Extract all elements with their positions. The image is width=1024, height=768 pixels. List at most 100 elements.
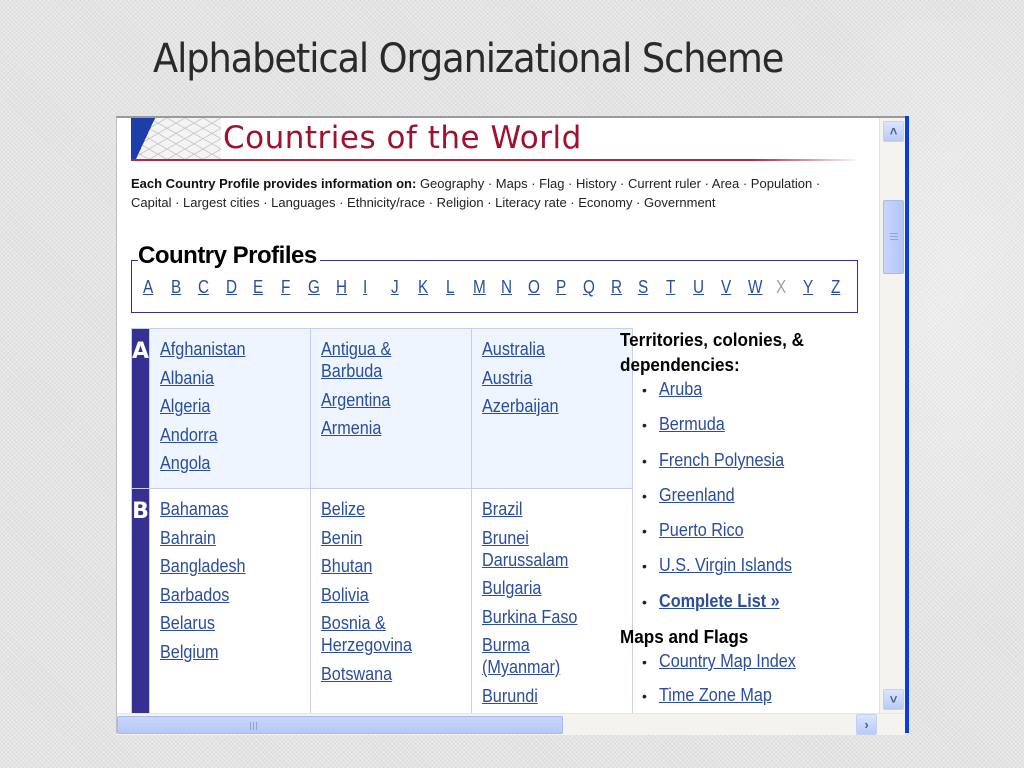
- country-link[interactable]: Belize: [321, 498, 447, 520]
- alphabet-link-d[interactable]: D: [226, 277, 240, 298]
- maps-flags-link[interactable]: Time Zone Map: [659, 684, 772, 706]
- scroll-up-button[interactable]: ˄: [883, 121, 904, 142]
- country-column: Belize Benin Bhutan Bolivia Bosnia & Herzego…: [310, 488, 473, 713]
- territory-link[interactable]: Bermuda: [659, 413, 725, 435]
- country-grid: A Afghanistan Albania Algeria Andorra Angola A…: [130, 328, 634, 713]
- country-link[interactable]: Bahamas: [160, 498, 286, 520]
- alphabet-link-u[interactable]: U: [693, 277, 707, 298]
- alphabet-link-x: X: [775, 277, 786, 297]
- alphabet-link-f[interactable]: F: [281, 277, 295, 298]
- scroll-down-button[interactable]: ˅: [883, 689, 904, 710]
- country-column: Brazil Brunei Darussalam Bulgaria Burkina F…: [471, 488, 634, 713]
- alphabet-link-l[interactable]: L: [446, 277, 460, 298]
- horizontal-scrollbar[interactable]: ›: [117, 713, 906, 735]
- territory-link[interactable]: Aruba: [659, 378, 702, 400]
- scroll-right-button[interactable]: ›: [856, 714, 877, 735]
- alphabet-link-c[interactable]: C: [198, 277, 212, 298]
- alphabet-link-o[interactable]: O: [528, 277, 542, 298]
- grip-line: [250, 722, 251, 730]
- country-link[interactable]: Angola: [160, 452, 286, 474]
- country-link[interactable]: Bahrain: [160, 527, 286, 549]
- list-item: • Complete List »: [642, 590, 870, 613]
- alphabet-link-y[interactable]: Y: [803, 277, 817, 298]
- slide-title: Alphabetical Organizational Scheme: [153, 36, 784, 82]
- territory-link[interactable]: Greenland: [659, 484, 735, 506]
- vertical-scrollbar[interactable]: ˄ ˅: [879, 118, 906, 713]
- section-letter: B: [130, 488, 151, 713]
- country-link[interactable]: Armenia: [321, 417, 447, 439]
- alphabet-link-s[interactable]: S: [638, 277, 652, 298]
- country-link[interactable]: Brunei Darussalam: [482, 527, 608, 571]
- list-item: • Bermuda: [642, 413, 870, 436]
- country-column: Antigua & Barbuda Argentina Armenia: [310, 328, 473, 489]
- country-link[interactable]: Azerbaijan: [482, 395, 608, 417]
- grip-line: [256, 722, 257, 730]
- country-link[interactable]: Belarus: [160, 612, 286, 634]
- bullet-icon: •: [642, 382, 647, 398]
- grip-line: [890, 233, 898, 234]
- country-link[interactable]: Bangladesh: [160, 555, 286, 577]
- complete-list-link[interactable]: Complete List »: [659, 590, 780, 612]
- country-link[interactable]: Argentina: [321, 389, 447, 411]
- alphabet-link-a[interactable]: A: [143, 277, 157, 298]
- alphabet-link-n[interactable]: N: [501, 277, 515, 298]
- page-banner: Countries of the World: [131, 118, 861, 162]
- bullet-icon: •: [642, 452, 647, 469]
- country-link[interactable]: Bosnia & Herzegovina: [321, 612, 447, 656]
- alphabet-link-j[interactable]: J: [391, 277, 405, 298]
- alphabet-link-v[interactable]: V: [721, 277, 735, 298]
- page-content: Countries of the World Each Country Prof…: [117, 118, 879, 713]
- list-item: • Aruba: [642, 378, 870, 401]
- territory-link[interactable]: Puerto Rico: [659, 519, 744, 541]
- country-link[interactable]: Algeria: [160, 395, 286, 417]
- alphabet-link-q[interactable]: Q: [583, 277, 597, 298]
- alphabet-link-k[interactable]: K: [418, 277, 432, 298]
- alphabet-link-i[interactable]: I: [363, 277, 377, 298]
- chevron-up-icon: ˄: [889, 124, 898, 139]
- country-link[interactable]: Andorra: [160, 424, 286, 446]
- country-link[interactable]: Bulgaria: [482, 577, 608, 599]
- maps-flags-heading: Maps and Flags: [620, 627, 749, 648]
- country-link[interactable]: Antigua & Barbuda: [321, 338, 447, 382]
- list-item: • Country Map Index: [642, 650, 870, 673]
- country-link[interactable]: Australia: [482, 338, 608, 360]
- banner-divider: [131, 159, 861, 161]
- alphabet-link-z[interactable]: Z: [831, 277, 845, 298]
- intro-lead: Each Country Profile provides informatio…: [131, 176, 417, 191]
- list-item: • Puerto Rico: [642, 519, 870, 542]
- vertical-scroll-thumb[interactable]: [883, 200, 904, 274]
- country-link[interactable]: Burma (Myanmar): [482, 634, 608, 678]
- country-link[interactable]: Botswana: [321, 663, 447, 685]
- alphabet-link-r[interactable]: R: [611, 277, 625, 298]
- horizontal-scroll-thumb[interactable]: [117, 716, 563, 734]
- alphabet-link-g[interactable]: G: [308, 277, 322, 298]
- chevron-down-icon: ˅: [889, 692, 898, 707]
- alphabet-link-b[interactable]: B: [171, 277, 185, 298]
- country-link[interactable]: Bhutan: [321, 555, 447, 577]
- country-link[interactable]: Afghanistan: [160, 338, 286, 360]
- country-link[interactable]: Barbados: [160, 584, 286, 606]
- section-letter: A: [130, 328, 151, 489]
- country-link[interactable]: Albania: [160, 367, 286, 389]
- alphabet-link-e[interactable]: E: [253, 277, 267, 298]
- alphabet-link-p[interactable]: P: [556, 277, 570, 298]
- alphabet-link-w[interactable]: W: [748, 277, 762, 298]
- country-link[interactable]: Brazil: [482, 498, 608, 520]
- country-link[interactable]: Belgium: [160, 641, 286, 663]
- alphabet-index: ABCDEFGHIJKLMNOPQRSTUVWXYZ: [143, 277, 858, 298]
- country-link[interactable]: Austria: [482, 367, 608, 389]
- country-link[interactable]: Benin: [321, 527, 447, 549]
- alphabet-link-t[interactable]: T: [666, 277, 680, 298]
- maps-flags-link[interactable]: Country Map Index: [659, 650, 796, 672]
- country-link[interactable]: Burkina Faso: [482, 606, 608, 628]
- alphabet-link-m[interactable]: M: [473, 277, 487, 298]
- alphabet-link-h[interactable]: H: [336, 277, 350, 298]
- territory-link[interactable]: French Polynesia: [659, 449, 784, 471]
- country-profiles-title: Country Profiles: [138, 242, 320, 270]
- country-link[interactable]: Burundi: [482, 685, 608, 707]
- bullet-icon: •: [642, 654, 647, 671]
- globe-map-image: [131, 118, 221, 160]
- territory-link[interactable]: U.S. Virgin Islands: [659, 554, 792, 576]
- country-profiles-box: Country Profiles ABCDEFGHIJKLMNOPQRSTUVW…: [131, 242, 858, 313]
- country-link[interactable]: Bolivia: [321, 584, 447, 606]
